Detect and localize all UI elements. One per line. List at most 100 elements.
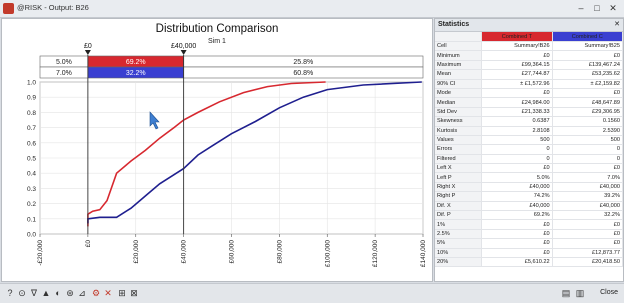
table-view-icon[interactable]: ▥ xyxy=(574,287,586,299)
stat-value: £0 xyxy=(552,163,623,174)
statistics-header: Statistics ✕ xyxy=(435,19,623,32)
stat-value: 32.2% xyxy=(552,210,623,221)
stat-value: £5,610.22 xyxy=(481,257,553,268)
stat-label: Skewness xyxy=(435,116,483,127)
stat-value: 7.0% xyxy=(552,172,623,183)
stat-value: ± £2,159.82 xyxy=(552,79,623,89)
settings-icon[interactable]: ⚙ xyxy=(90,287,102,299)
chart-panel: Distribution Comparison Sim 1 0.0 0.1 0.2 0.3… xyxy=(1,18,433,282)
simulation-icon[interactable]: ⊛ xyxy=(64,287,76,299)
stat-value: 0 xyxy=(481,154,553,165)
maximize-button[interactable]: □ xyxy=(590,2,604,14)
x-tick-label: £120,000 xyxy=(372,240,379,267)
stat-value: £20,418.50 xyxy=(552,257,623,268)
stat-value: £40,000 xyxy=(552,182,623,193)
stats-row: Errors 0 0 xyxy=(435,144,623,155)
stat-label: Values xyxy=(435,134,483,146)
stat-value: £40,000 xyxy=(481,182,553,193)
stat-value: Summary!B26 xyxy=(481,41,553,52)
stat-label: 10% xyxy=(435,248,483,259)
distribution-chart: Distribution Comparison Sim 1 0.0 0.1 0.2 0.3… xyxy=(27,23,427,267)
stats-row: Dif. X £40,000 £40,000 xyxy=(435,201,623,212)
stats-row: Kurtosis 2.8108 2.5390 xyxy=(435,126,623,136)
legend-series-1[interactable]: Combined T xyxy=(481,32,553,42)
color-icon[interactable]: ◐ xyxy=(52,287,64,299)
stat-value: £0 xyxy=(481,50,553,61)
stat-value: £0 xyxy=(481,88,553,99)
stats-row: Values 500 500 xyxy=(435,134,623,146)
stats-row: 2.5% £0 £0 xyxy=(435,229,623,240)
legend-series-2[interactable]: Combined C xyxy=(552,32,623,42)
stat-label: Maximum xyxy=(435,60,483,71)
stat-value: £139,467.24 xyxy=(552,60,623,71)
stats-row: Right X £40,000 £40,000 xyxy=(435,182,623,193)
stat-value: 69.2% xyxy=(481,210,553,221)
help-icon[interactable]: ? xyxy=(4,287,16,299)
stat-label: Right P xyxy=(435,191,483,202)
stat-label: Dif. P xyxy=(435,210,483,221)
triangle-icon[interactable]: ⊿ xyxy=(76,287,88,299)
pin-icon[interactable]: ⊞ xyxy=(116,287,128,299)
scatter-icon[interactable]: ✕ xyxy=(102,287,114,299)
close-window-button[interactable]: ✕ xyxy=(606,2,620,14)
stat-value: £40,000 xyxy=(481,201,553,212)
close-statistics-icon[interactable]: ✕ xyxy=(614,19,620,31)
stats-row: Mode £0 £0 xyxy=(435,88,623,99)
band-middle-value: 69.2% xyxy=(126,59,146,66)
y-tick-label: 0.8 xyxy=(27,110,36,117)
x-tick-label: £20,000 xyxy=(133,240,140,264)
window-title: @RISK - Output: B26 xyxy=(17,3,89,12)
stats-row: Right P 74.2% 39.2% xyxy=(435,191,623,202)
stats-row: 10% £0 £12,873.77 xyxy=(435,248,623,259)
stat-value: 39.2% xyxy=(552,191,623,202)
delimiter-marker-left-icon xyxy=(84,50,91,55)
stat-value: £12,873.77 xyxy=(552,248,623,259)
graph-view-icon[interactable]: ▤ xyxy=(560,287,572,299)
stat-label: Median xyxy=(435,97,483,108)
stat-value: 0.1560 xyxy=(552,116,623,127)
stat-label: Filtered xyxy=(435,154,483,165)
minimize-button[interactable]: – xyxy=(574,2,588,14)
export-icon[interactable]: ⊠ xyxy=(128,287,140,299)
stat-label: Errors xyxy=(435,144,483,155)
stat-label: 5% xyxy=(435,238,483,249)
stat-value: 2.5390 xyxy=(552,126,623,136)
app-logo-icon xyxy=(3,3,14,14)
y-tick-label: 0.5 xyxy=(27,156,36,163)
x-tick-label: £80,000 xyxy=(276,240,283,264)
stat-value: £24,984.00 xyxy=(481,97,553,108)
stat-label: 20% xyxy=(435,257,483,268)
chart-type-icon[interactable]: ▲ xyxy=(40,287,52,299)
stat-value: 0 xyxy=(481,144,553,155)
chart-title: Distribution Comparison xyxy=(156,23,279,35)
stat-value: £0 xyxy=(552,88,623,99)
stat-label: Left P xyxy=(435,172,483,183)
stat-value: £0 xyxy=(481,229,553,240)
stats-row: Median £24,984.00 £48,647.89 xyxy=(435,97,623,108)
stat-value: £0 xyxy=(481,248,553,259)
statistics-panel: Statistics ✕ Combined T Combined C Cell S… xyxy=(434,18,624,282)
zoom-icon[interactable]: ⊙ xyxy=(16,287,28,299)
y-tick-label: 0.9 xyxy=(27,95,36,102)
y-tick-label: 1.0 xyxy=(27,80,36,87)
delimiter-label-right: £40,000 xyxy=(171,43,196,50)
stat-label: Cell xyxy=(435,41,483,52)
close-button[interactable]: Close xyxy=(598,287,620,299)
stat-label: Mode xyxy=(435,88,483,99)
stat-value: £99,364.15 xyxy=(481,60,553,71)
stat-value: 74.2% xyxy=(481,191,553,202)
stat-value: £40,000 xyxy=(552,201,623,212)
band-middle-value: 32.2% xyxy=(126,70,146,77)
y-tick-label: 0.0 xyxy=(27,232,36,239)
stat-value: Summary!B25 xyxy=(552,41,623,52)
filter-icon[interactable]: ∇ xyxy=(28,287,40,299)
stat-value: 0 xyxy=(552,144,623,155)
stat-value: £0 xyxy=(552,229,623,240)
stats-row: Std Dev £21,338.33 £29,306.95 xyxy=(435,107,623,118)
y-tick-label: 0.7 xyxy=(27,125,36,132)
stats-row: 5% £0 £0 xyxy=(435,238,623,249)
x-tick-label: £0 xyxy=(85,240,92,248)
stat-value: £21,338.33 xyxy=(481,107,553,118)
stats-row: Skewness 0.6387 0.1560 xyxy=(435,116,623,127)
y-tick-label: 0.4 xyxy=(27,171,36,178)
